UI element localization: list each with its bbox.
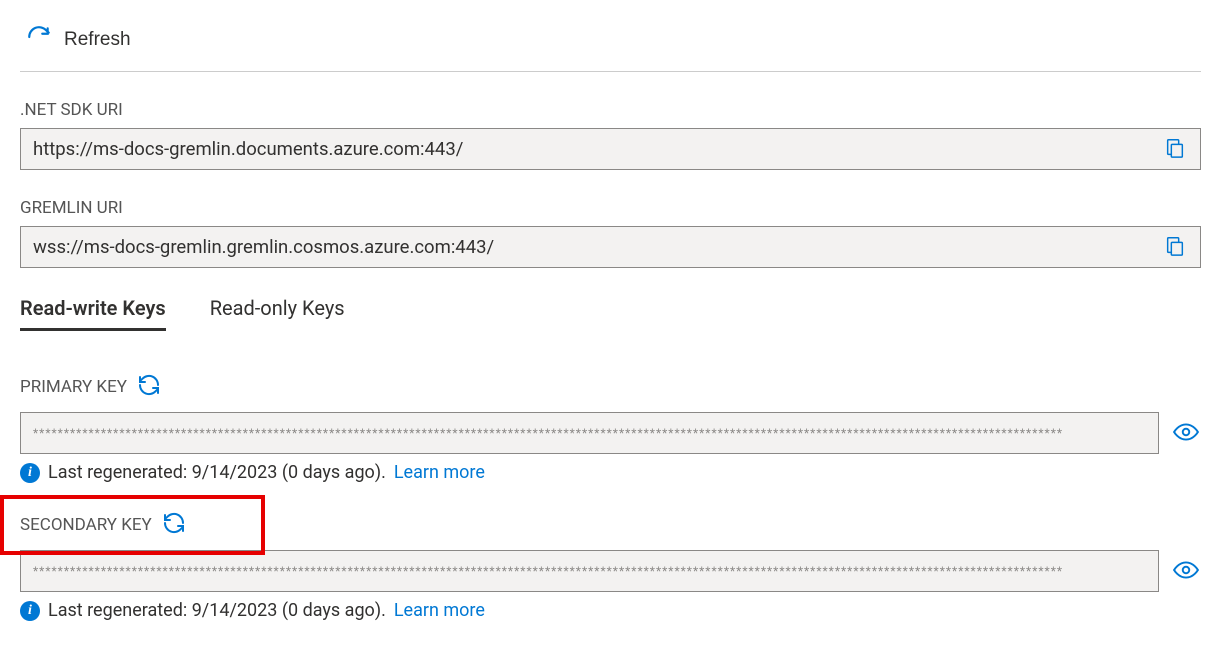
secondary-key-label: SECONDARY KEY <box>20 515 152 535</box>
regenerate-icon <box>162 511 186 538</box>
regenerate-icon <box>137 373 161 400</box>
refresh-label: Refresh <box>64 29 131 51</box>
refresh-button[interactable]: Refresh <box>22 20 135 59</box>
primary-key-info: i Last regenerated: 9/14/2023 (0 days ag… <box>20 462 1201 483</box>
regenerate-primary-key-button[interactable] <box>137 373 161 400</box>
primary-key-label-row: PRIMARY KEY <box>20 373 1201 400</box>
gremlin-uri-value: wss://ms-docs-gremlin.gremlin.cosmos.azu… <box>33 236 494 258</box>
net-sdk-uri-value: https://ms-docs-gremlin.documents.azure.… <box>33 138 463 160</box>
primary-key-regenerated-text: Last regenerated: 9/14/2023 (0 days ago)… <box>48 462 386 483</box>
secondary-key-label-row: SECONDARY KEY <box>20 511 1201 538</box>
secondary-key-value: ****************************************… <box>33 564 1063 578</box>
net-sdk-uri-input[interactable]: https://ms-docs-gremlin.documents.azure.… <box>20 128 1201 170</box>
copy-net-sdk-uri-button[interactable] <box>1162 135 1188 164</box>
secondary-key-input[interactable]: ****************************************… <box>20 550 1159 592</box>
copy-icon <box>1164 235 1186 260</box>
toolbar: Refresh <box>20 20 1201 72</box>
show-secondary-key-button[interactable] <box>1171 555 1201 588</box>
primary-key-label: PRIMARY KEY <box>20 377 127 397</box>
secondary-key-info: i Last regenerated: 9/14/2023 (0 days ag… <box>20 600 1201 621</box>
keys-tabs: Read-write Keys Read-only Keys <box>20 296 1201 331</box>
regenerate-secondary-key-button[interactable] <box>162 511 186 538</box>
copy-icon <box>1164 137 1186 162</box>
tab-read-write-keys[interactable]: Read-write Keys <box>20 296 166 331</box>
eye-icon <box>1173 419 1199 448</box>
gremlin-uri-input[interactable]: wss://ms-docs-gremlin.gremlin.cosmos.azu… <box>20 226 1201 268</box>
primary-key-row: ****************************************… <box>20 412 1201 454</box>
info-icon: i <box>20 463 40 483</box>
secondary-key-section: SECONDARY KEY **************************… <box>20 511 1201 621</box>
secondary-key-regenerated-text: Last regenerated: 9/14/2023 (0 days ago)… <box>48 600 386 621</box>
show-primary-key-button[interactable] <box>1171 417 1201 450</box>
gremlin-uri-label: GREMLIN URI <box>20 198 1201 218</box>
primary-key-learn-more-link[interactable]: Learn more <box>394 462 485 483</box>
tab-read-only-keys[interactable]: Read-only Keys <box>210 296 345 331</box>
primary-key-input[interactable]: ****************************************… <box>20 412 1159 454</box>
net-sdk-uri-row: https://ms-docs-gremlin.documents.azure.… <box>20 128 1201 170</box>
primary-key-value: ****************************************… <box>33 426 1063 440</box>
copy-gremlin-uri-button[interactable] <box>1162 233 1188 262</box>
secondary-key-row: ****************************************… <box>20 550 1201 592</box>
gremlin-uri-row: wss://ms-docs-gremlin.gremlin.cosmos.azu… <box>20 226 1201 268</box>
info-icon: i <box>20 601 40 621</box>
content: .NET SDK URI https://ms-docs-gremlin.doc… <box>20 72 1201 621</box>
net-sdk-uri-label: .NET SDK URI <box>20 100 1201 120</box>
refresh-icon <box>26 24 52 55</box>
secondary-key-learn-more-link[interactable]: Learn more <box>394 600 485 621</box>
eye-icon <box>1173 557 1199 586</box>
